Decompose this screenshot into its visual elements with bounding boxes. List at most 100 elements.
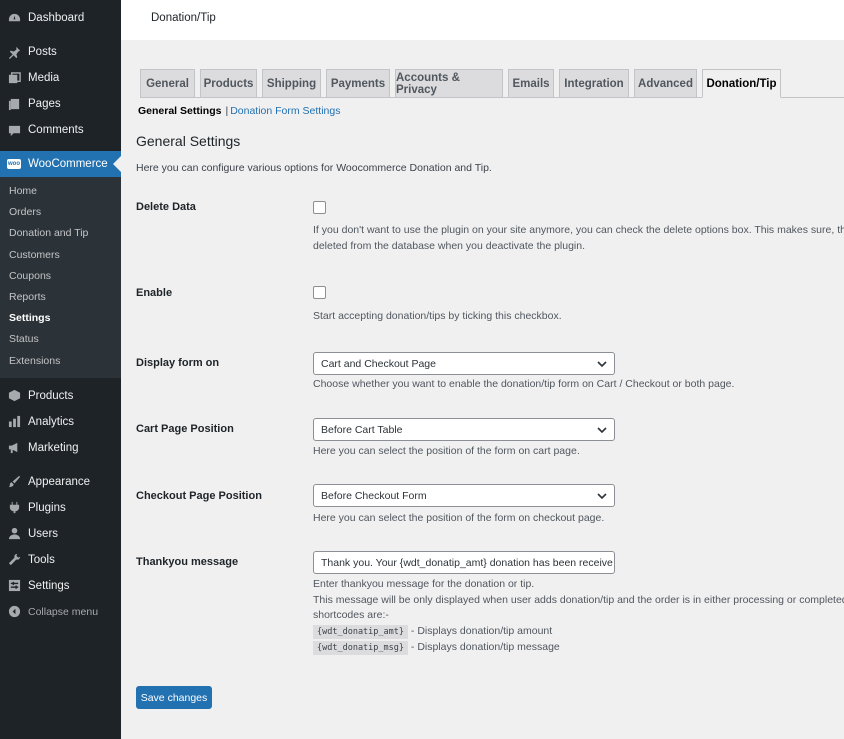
thankyou-message-label: Thankyou message: [136, 556, 239, 568]
collapse-menu-button[interactable]: Collapse menu: [0, 599, 121, 625]
section-description: Here you can configure various options f…: [136, 162, 492, 174]
sidebar-item-media[interactable]: Media: [0, 65, 121, 91]
sidebar-item-appearance[interactable]: Appearance: [0, 469, 121, 495]
select-value: Cart and Checkout Page: [321, 357, 436, 370]
users-icon: [7, 527, 21, 541]
thankyou-message-input[interactable]: Thank you. Your {wdt_donatip_amt} donati…: [313, 551, 615, 574]
sidebar-item-woocommerce[interactable]: woo WooCommerce: [0, 151, 121, 177]
admin-sidebar: Dashboard Posts Media Pages Comments woo…: [0, 0, 121, 739]
display-form-on-description: Choose whether you want to enable the do…: [313, 378, 735, 390]
comment-icon: [7, 123, 21, 137]
media-icon: [7, 71, 21, 85]
marketing-icon: [7, 441, 21, 455]
cart-page-position-select[interactable]: Before Cart Table: [313, 418, 615, 441]
subnav-separator: |: [225, 105, 229, 117]
save-changes-button[interactable]: Save changes: [136, 686, 212, 709]
shortcode-row: {wdt_donatip_msg} - Displays donation/ti…: [313, 640, 844, 657]
sidebar-item-label: Plugins: [28, 501, 66, 514]
tab-accounts-privacy[interactable]: Accounts & Privacy: [395, 69, 503, 97]
sidebar-item-users[interactable]: Users: [0, 521, 121, 547]
submenu-item-donation-and-tip[interactable]: Donation and Tip: [0, 223, 121, 244]
enable-checkbox[interactable]: [313, 286, 326, 299]
sidebar-item-label: Products: [28, 389, 74, 402]
enable-description: Start accepting donation/tips by ticking…: [313, 310, 562, 322]
tab-donation-tip[interactable]: Donation/Tip: [702, 69, 781, 98]
display-form-on-label: Display form on: [136, 357, 220, 369]
sidebar-item-analytics[interactable]: Analytics: [0, 409, 121, 435]
shortcode: {wdt_donatip_amt}: [313, 624, 408, 639]
delete-data-label: Delete Data: [136, 201, 196, 213]
select-value: Before Cart Table: [321, 423, 403, 436]
sidebar-item-label: Pages: [28, 98, 61, 110]
tools-icon: [7, 553, 21, 567]
description-line: Enter thankyou message for the donation …: [313, 578, 535, 590]
sidebar-item-tools[interactable]: Tools: [0, 547, 121, 573]
description-line: If you don't want to use the plugin on y…: [313, 224, 844, 236]
sidebar-item-label: Comments: [28, 124, 84, 136]
sidebar-item-posts[interactable]: Posts: [0, 39, 121, 65]
cart-page-position-label: Cart Page Position: [136, 423, 234, 435]
checkout-page-position-label: Checkout Page Position: [136, 490, 262, 502]
tab-payments[interactable]: Payments: [326, 69, 390, 97]
submenu-item-orders[interactable]: Orders: [0, 202, 121, 223]
sidebar-item-label: Tools: [28, 553, 55, 566]
thankyou-message-description: Enter thankyou message for the donation …: [313, 577, 844, 657]
page-title: Donation/Tip: [151, 12, 216, 24]
shortcode: {wdt_donatip_msg}: [313, 641, 408, 655]
delete-data-checkbox[interactable]: [313, 201, 326, 214]
description-line: deleted from the database when you deact…: [313, 239, 586, 252]
checkout-page-position-description: Here you can select the position of the …: [313, 512, 605, 524]
tab-shipping[interactable]: Shipping: [262, 69, 321, 97]
submenu-item-status[interactable]: Status: [0, 329, 121, 350]
chevron-down-icon: [597, 361, 607, 368]
sidebar-item-marketing[interactable]: Marketing: [0, 435, 121, 461]
submenu-item-home[interactable]: Home: [0, 181, 121, 202]
sidebar-item-label: Posts: [28, 46, 57, 58]
display-form-on-select[interactable]: Cart and Checkout Page: [313, 352, 615, 375]
appearance-icon: [7, 475, 21, 489]
sidebar-item-settings[interactable]: Settings: [0, 573, 121, 599]
shortcode-description: - Displays donation/tip amount: [410, 624, 553, 637]
sidebar-item-dashboard[interactable]: Dashboard: [0, 5, 121, 31]
tab-emails[interactable]: Emails: [508, 69, 554, 97]
tab-integration[interactable]: Integration: [559, 69, 629, 97]
checkout-page-position-select[interactable]: Before Checkout Form: [313, 484, 615, 507]
sidebar-item-label: Analytics: [28, 415, 75, 428]
sidebar-item-plugins[interactable]: Plugins: [0, 495, 121, 521]
tab-advanced[interactable]: Advanced: [634, 69, 697, 97]
sidebar-item-label: Marketing: [28, 441, 79, 454]
products-icon: [7, 389, 21, 403]
submenu-item-reports[interactable]: Reports: [0, 287, 121, 308]
pages-icon: [7, 97, 21, 111]
submenu-item-coupons[interactable]: Coupons: [0, 266, 121, 287]
shortcode-row: {wdt_donatip_amt} - Displays donation/ti…: [313, 624, 844, 641]
settings-tabs: General Products Shipping Payments Accou…: [140, 69, 844, 98]
shortcode-description: - Displays donation/tip message: [410, 641, 560, 653]
subnav-link-donation-form-settings[interactable]: Donation Form Settings: [230, 105, 340, 117]
sidebar-item-label: Appearance: [28, 475, 91, 488]
page-header: Donation/Tip: [121, 0, 844, 40]
woocommerce-submenu: Home Orders Donation and Tip Customers C…: [0, 177, 121, 378]
analytics-icon: [7, 415, 21, 429]
subnav-current: General Settings: [138, 105, 222, 117]
sidebar-item-pages[interactable]: Pages: [0, 91, 121, 117]
sidebar-item-label: WooCommerce: [28, 158, 108, 170]
submenu-item-extensions[interactable]: Extensions: [0, 351, 121, 372]
tab-products[interactable]: Products: [200, 69, 257, 97]
sidebar-item-label: Settings: [28, 579, 70, 592]
submenu-item-settings[interactable]: Settings: [0, 308, 121, 329]
sidebar-item-label: Dashboard: [28, 12, 85, 24]
tab-general[interactable]: General: [140, 69, 195, 97]
sidebar-item-label: Media: [28, 72, 60, 84]
delete-data-description: If you don't want to use the plugin on y…: [313, 223, 844, 254]
sidebar-item-products[interactable]: Products: [0, 383, 121, 409]
chevron-down-icon: [597, 493, 607, 500]
submenu-item-customers[interactable]: Customers: [0, 245, 121, 266]
cart-page-position-description: Here you can select the position of the …: [313, 445, 580, 457]
settings-icon: [7, 579, 21, 593]
collapse-icon: [7, 605, 21, 619]
select-value: Before Checkout Form: [321, 489, 427, 502]
sidebar-item-comments[interactable]: Comments: [0, 117, 121, 143]
sidebar-item-label: Users: [28, 527, 59, 540]
settings-subnav: General Settings | Donation Form Settings: [138, 105, 341, 117]
